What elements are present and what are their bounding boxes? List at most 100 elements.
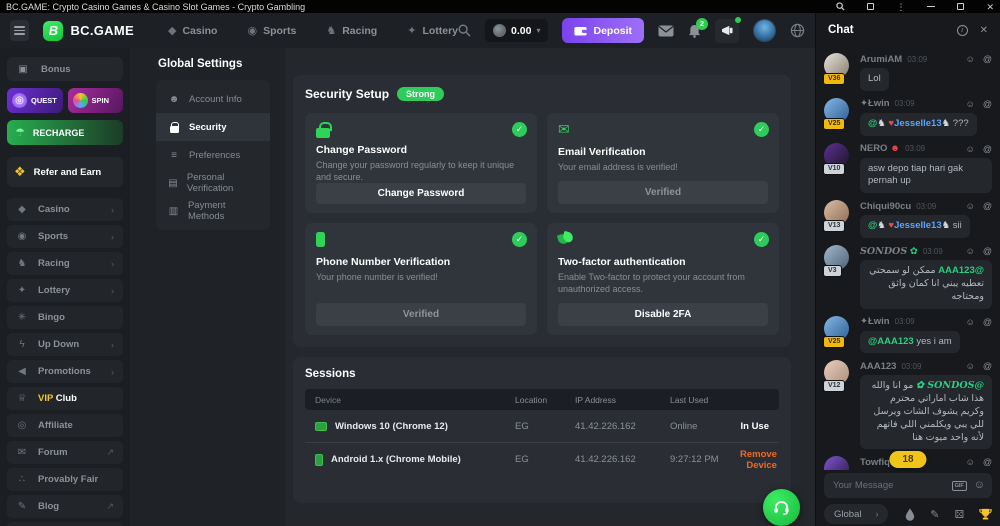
settings-nav-security[interactable]: Security bbox=[156, 113, 270, 141]
menu-kebab-icon[interactable]: ⋮ bbox=[896, 2, 905, 12]
unread-messages-chip[interactable]: 18 bbox=[889, 451, 926, 468]
username[interactable]: ArumiAM bbox=[860, 54, 902, 65]
column-header: Last Used bbox=[670, 395, 740, 405]
spin-button[interactable]: SPIN bbox=[68, 88, 124, 113]
message-bubble: @♞ ♥Jesselle13♞ sii bbox=[860, 215, 970, 238]
add-reaction-icon[interactable]: ☺ bbox=[966, 361, 975, 371]
verified-check-icon: ✓ bbox=[754, 122, 769, 137]
username[interactable]: Chiqui90cu bbox=[860, 201, 911, 212]
card-action-button[interactable]: Verified bbox=[558, 181, 768, 204]
message-actions: ☺ @ bbox=[966, 54, 992, 64]
sidebar-item-bonus[interactable]: ▣ Bonus bbox=[7, 57, 123, 81]
add-reaction-icon[interactable]: ☺ bbox=[966, 144, 975, 154]
card-action-button[interactable]: Verified bbox=[316, 303, 526, 326]
sidebar-item-racing[interactable]: ♞ Racing › ↗ bbox=[7, 252, 123, 275]
balance-selector[interactable]: 0.00 ▾ bbox=[485, 19, 548, 42]
card-action-button[interactable]: Disable 2FA bbox=[558, 303, 768, 326]
inbox-icon[interactable] bbox=[658, 25, 674, 37]
lock-icon bbox=[316, 122, 526, 138]
language-globe-icon[interactable] bbox=[790, 23, 805, 38]
maximize-button[interactable] bbox=[957, 3, 964, 10]
username[interactable]: AAA123 bbox=[860, 361, 896, 372]
sidebar-item-provably-fair[interactable]: ∴ Provably Fair › ↗ bbox=[7, 468, 123, 491]
user-avatar[interactable] bbox=[753, 19, 776, 42]
updown-icon: ϟ bbox=[16, 339, 28, 350]
chat-message: V36 ArumiAM 03:09 ☺ @ Lol bbox=[824, 53, 992, 91]
username[interactable]: ✦Łwin bbox=[860, 316, 890, 327]
sidebar-item-blog[interactable]: ✎ Blog › ↗ bbox=[7, 495, 123, 518]
minimize-button[interactable] bbox=[927, 6, 935, 7]
mention-icon[interactable]: @ bbox=[983, 144, 992, 154]
add-reaction-icon[interactable]: ☺ bbox=[966, 201, 975, 211]
bcgame-logo[interactable]: B BC.GAME bbox=[43, 21, 134, 41]
add-reaction-icon[interactable]: ☺ bbox=[966, 457, 975, 467]
notifications-bell-icon[interactable]: 2 bbox=[688, 24, 701, 38]
recharge-button[interactable]: ☂ RECHARGE bbox=[7, 120, 123, 145]
sidebar-item-vip-club[interactable]: ♕ VIP Club › ↗ bbox=[7, 387, 123, 410]
mention-icon[interactable]: @ bbox=[983, 457, 992, 467]
mention-icon[interactable]: @ bbox=[983, 361, 992, 371]
settings-nav-account-info[interactable]: ☻ Account Info bbox=[156, 85, 270, 113]
add-reaction-icon[interactable]: ☺ bbox=[966, 99, 975, 109]
announcements-button[interactable] bbox=[715, 19, 739, 43]
sidebar-item-forum[interactable]: ✉ Forum › ↗ bbox=[7, 441, 123, 464]
close-button[interactable]: ✕ bbox=[986, 2, 994, 12]
mention-icon[interactable]: @ bbox=[983, 317, 992, 327]
timestamp: 03:09 bbox=[895, 317, 915, 326]
hamburger-menu-button[interactable] bbox=[10, 20, 29, 41]
chat-channel-selector[interactable]: Global › bbox=[824, 504, 888, 524]
mention-icon[interactable]: @ bbox=[983, 99, 992, 109]
settings-nav-preferences[interactable]: ≡ Preferences bbox=[156, 141, 270, 169]
message-actions: ☺ @ bbox=[966, 361, 992, 371]
mention-icon[interactable]: @ bbox=[983, 246, 992, 256]
card-action-button[interactable]: Change Password bbox=[316, 183, 526, 204]
message-actions: ☺ @ bbox=[966, 457, 992, 467]
rain-drop-icon[interactable] bbox=[905, 508, 915, 521]
username[interactable]: ✦Łwin bbox=[860, 98, 890, 109]
username[interactable]: NERO ☻ bbox=[860, 143, 900, 154]
mention-icon[interactable]: @ bbox=[983, 201, 992, 211]
bcgame-app-window: BC.GAME: Crypto Casino Games & Casino Sl… bbox=[0, 0, 1000, 526]
add-reaction-icon[interactable]: ☺ bbox=[966, 317, 975, 327]
top-nav-item-sports[interactable]: ◉ Sports bbox=[247, 24, 296, 37]
support-button[interactable] bbox=[763, 489, 800, 526]
mention-icon[interactable]: @ bbox=[983, 54, 992, 64]
settings-nav-payment-methods[interactable]: ▥ Payment Methods bbox=[156, 197, 270, 225]
search-icon[interactable] bbox=[836, 2, 845, 11]
quest-button[interactable]: ◎ QUEST bbox=[7, 88, 63, 113]
trophy-icon[interactable] bbox=[979, 508, 992, 520]
session-action[interactable]: Remove Device bbox=[740, 449, 777, 471]
info-icon[interactable]: i bbox=[957, 25, 968, 36]
deposit-button[interactable]: Deposit bbox=[562, 18, 644, 43]
top-nav-items: ◆ Casino ◉ Sports ♞ Racing ✦ Lottery bbox=[168, 24, 458, 37]
settings-nav-personal-verification[interactable]: ▤ Personal Verification bbox=[156, 169, 270, 197]
chevron-right-icon: › bbox=[111, 232, 114, 242]
session-row: Windows 10 (Chrome 12) EG 41.42.226.162 … bbox=[305, 410, 779, 443]
top-nav-item-casino[interactable]: ◆ Casino bbox=[168, 24, 217, 37]
message-actions: ☺ @ bbox=[966, 99, 992, 109]
session-action[interactable]: In Use bbox=[740, 421, 769, 432]
tab-icon[interactable] bbox=[867, 3, 874, 10]
moderation-pencil-icon[interactable]: ✎ bbox=[930, 508, 939, 521]
sidebar-item-lottery[interactable]: ✦ Lottery › ↗ bbox=[7, 279, 123, 302]
top-nav-item-lottery[interactable]: ✦ Lottery bbox=[407, 24, 458, 37]
add-reaction-icon[interactable]: ☺ bbox=[966, 54, 975, 64]
username[interactable]: SONDOS ✿ bbox=[860, 246, 918, 257]
sidebar-item-promotions[interactable]: ◀ Promotions › ↗ bbox=[7, 360, 123, 383]
sidebar-item-affiliate[interactable]: ◎ Affiliate › ↗ bbox=[7, 414, 123, 437]
top-nav-item-racing[interactable]: ♞ Racing bbox=[326, 24, 377, 37]
chat-close-icon[interactable]: ✕ bbox=[980, 25, 988, 36]
sidebar-item-sports[interactable]: ◉ Sports › ↗ bbox=[7, 225, 123, 248]
sidebar-item-casino[interactable]: ◆ Casino › ↗ bbox=[7, 198, 123, 221]
avatar[interactable] bbox=[824, 456, 849, 470]
gif-icon[interactable]: GIF bbox=[952, 481, 967, 491]
sidebar-item-up-down[interactable]: ϟ Up Down › ↗ bbox=[7, 333, 123, 356]
fair-icon: ∴ bbox=[16, 474, 28, 485]
dice-icon[interactable]: ⚄ bbox=[954, 508, 964, 521]
add-reaction-icon[interactable]: ☺ bbox=[966, 246, 975, 256]
sidebar-item-sport-betting-insig-[interactable]: ♟ Sport Betting Insig... › ↗ bbox=[7, 522, 123, 526]
emoji-icon[interactable]: ☺ bbox=[974, 480, 985, 491]
refer-and-earn-button[interactable]: ❖ Refer and Earn bbox=[7, 157, 123, 187]
sidebar-item-bingo[interactable]: ✳ Bingo › ↗ bbox=[7, 306, 123, 329]
search-icon[interactable] bbox=[458, 24, 471, 37]
